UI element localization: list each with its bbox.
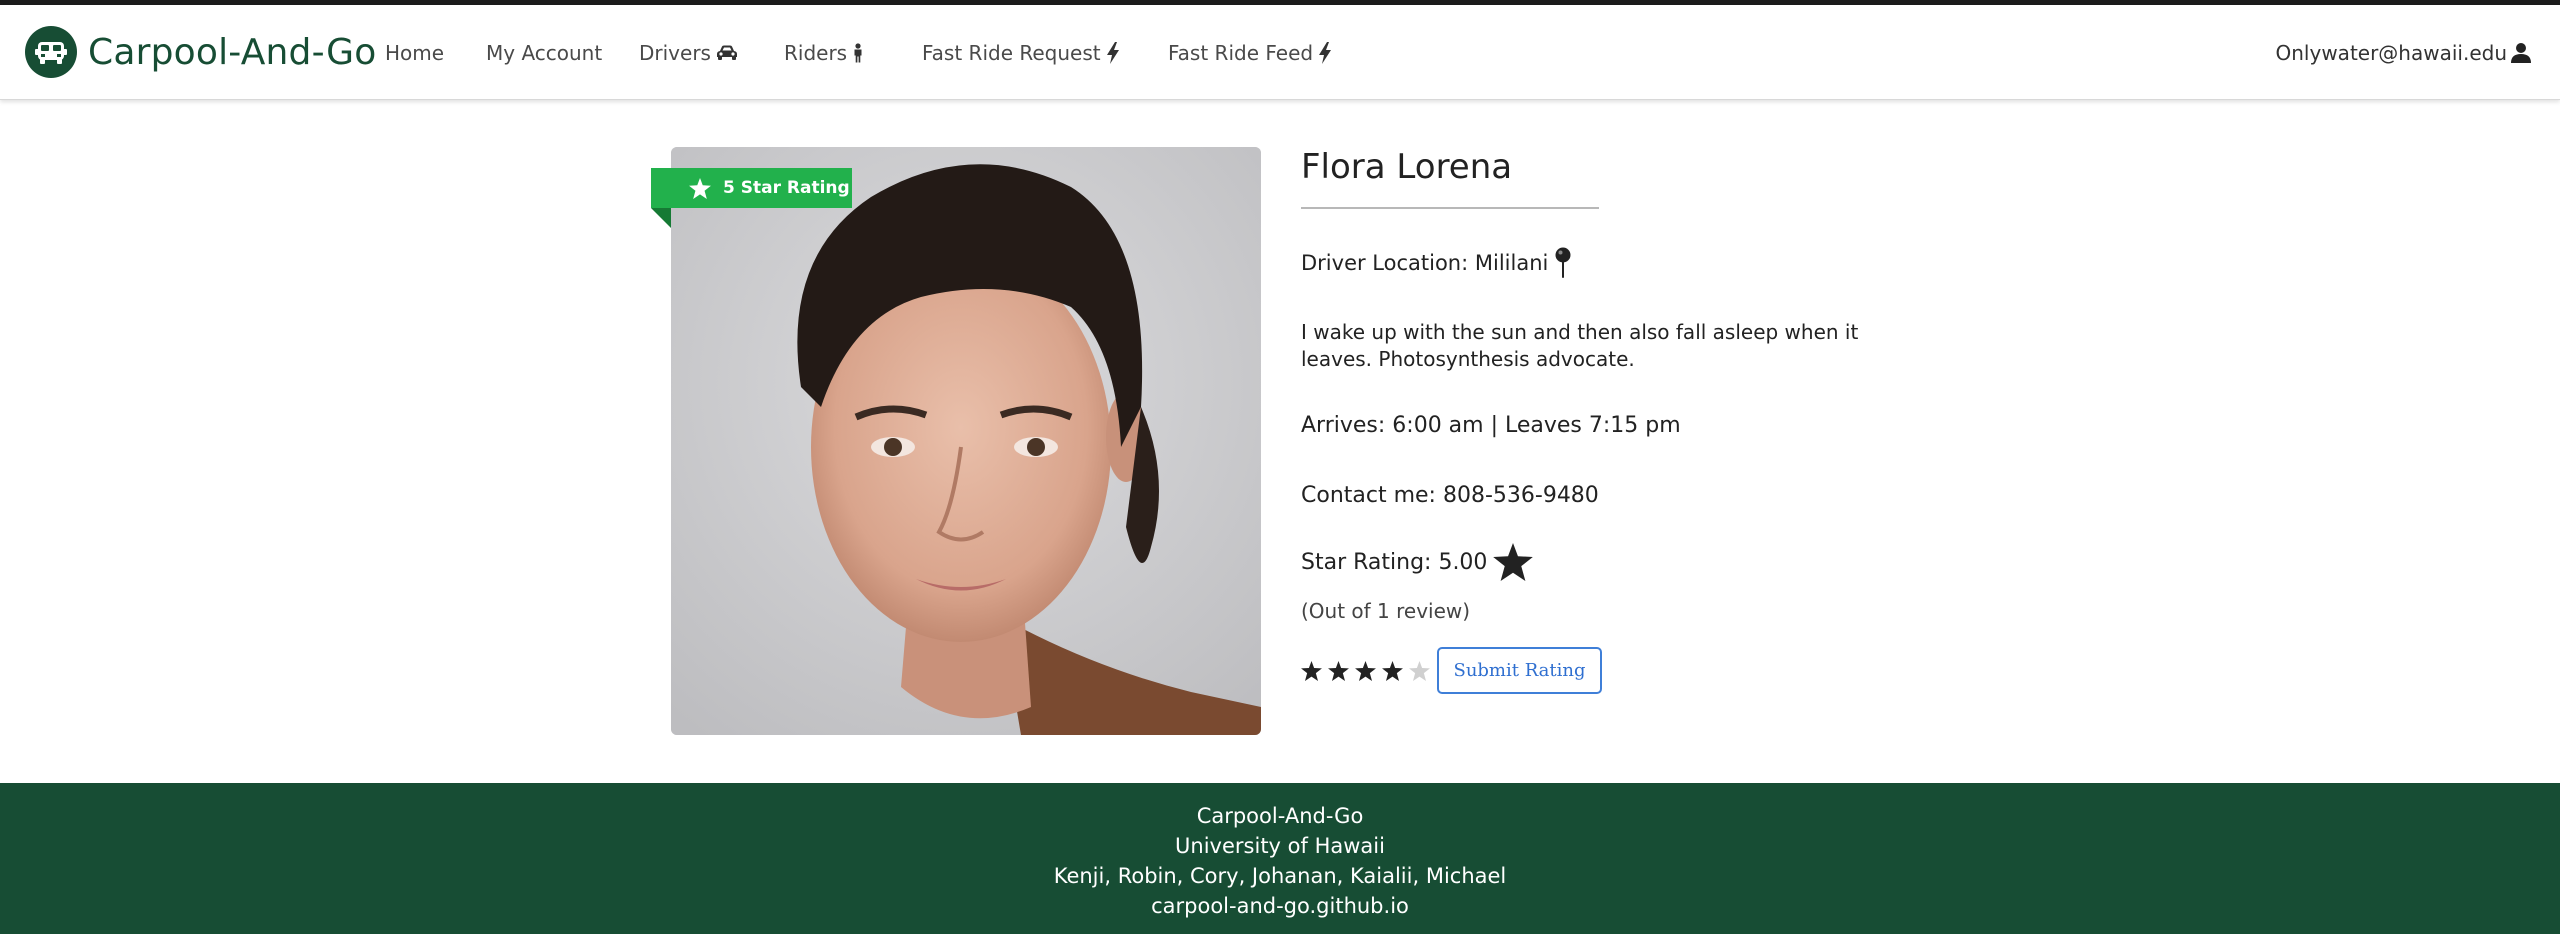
nav-my-account-label: My Account [486, 41, 603, 65]
driver-bio: I wake up with the sun and then also fal… [1301, 320, 1859, 371]
map-pin-icon [1555, 247, 1571, 278]
driver-star-rating: Star Rating: 5.00 [1301, 543, 1941, 581]
car-icon [716, 45, 737, 60]
footer-university: University of Hawaii [1175, 834, 1385, 858]
star-rating-badge-label: 5 Star Rating [723, 178, 850, 198]
user-menu[interactable]: Onlywater@hawaii.edu [2276, 41, 2532, 65]
person-icon [854, 43, 862, 63]
driver-info: Flora Lorena Driver Location: Mililani I… [1301, 145, 1941, 694]
nav-drivers[interactable]: Drivers [639, 41, 738, 65]
rating-star-3[interactable] [1355, 660, 1376, 681]
nav-drivers-label: Drivers [639, 41, 711, 65]
footer-team: Kenji, Robin, Cory, Johanan, Kaialii, Mi… [1053, 864, 1507, 888]
rating-star-5[interactable] [1409, 660, 1430, 681]
driver-location: Driver Location: Mililani [1301, 247, 1941, 279]
driver-schedule: Arrives: 6:00 am | Leaves 7:15 pm [1301, 413, 1681, 438]
navbar: Carpool-And-Go Home My Account Drivers R… [0, 5, 2560, 100]
ribbon-fold [651, 208, 671, 228]
nav-fast-ride-feed[interactable]: Fast Ride Feed [1168, 41, 1332, 65]
nav-home[interactable]: Home [385, 41, 444, 65]
star-rating-input [1301, 660, 1436, 681]
user-icon [2511, 43, 2531, 63]
rating-form: Submit Rating [1301, 647, 1941, 694]
car-logo-icon [25, 26, 77, 78]
driver-photo-card: 5 Star Rating [651, 147, 1261, 735]
nav-my-account[interactable]: My Account [486, 41, 602, 65]
nav-riders-label: Riders [784, 41, 848, 65]
footer: Carpool-And-Go University of Hawaii Kenj… [0, 783, 2560, 934]
driver-location-text: Driver Location: Mililani [1301, 251, 1549, 275]
rating-star-4[interactable] [1382, 660, 1403, 681]
nav-home-label: Home [385, 41, 445, 65]
driver-contact: Contact me: 808-536-9480 [1301, 483, 1599, 508]
star-icon [1493, 543, 1534, 581]
footer-site-link[interactable]: carpool-and-go.github.io [0, 891, 2560, 921]
review-count: (Out of 1 review) [1301, 599, 1471, 623]
star-icon [689, 178, 711, 199]
driver-star-rating-text: Star Rating: 5.00 [1301, 549, 1488, 575]
rating-star-1[interactable] [1301, 660, 1322, 681]
driver-photo [671, 147, 1261, 735]
footer-app-name: Carpool-And-Go [1196, 804, 1364, 828]
rating-star-2[interactable] [1328, 660, 1349, 681]
nav-riders[interactable]: Riders [784, 41, 864, 65]
lightning-icon [1319, 42, 1332, 64]
nav-fast-ride-feed-label: Fast Ride Feed [1168, 41, 1314, 65]
brand-title: Carpool-And-Go [88, 31, 377, 73]
lightning-icon [1106, 42, 1119, 64]
submit-rating-button[interactable]: Submit Rating [1437, 647, 1602, 694]
nav-fast-ride-request[interactable]: Fast Ride Request [922, 41, 1120, 65]
nav-fast-ride-request-label: Fast Ride Request [922, 41, 1101, 65]
driver-name: Flora Lorena [1301, 147, 1513, 187]
name-divider [1301, 207, 1599, 209]
user-email: Onlywater@hawaii.edu [2275, 41, 2507, 65]
brand-link[interactable]: Carpool-And-Go [25, 25, 376, 79]
star-rating-badge: 5 Star Rating [651, 168, 852, 208]
